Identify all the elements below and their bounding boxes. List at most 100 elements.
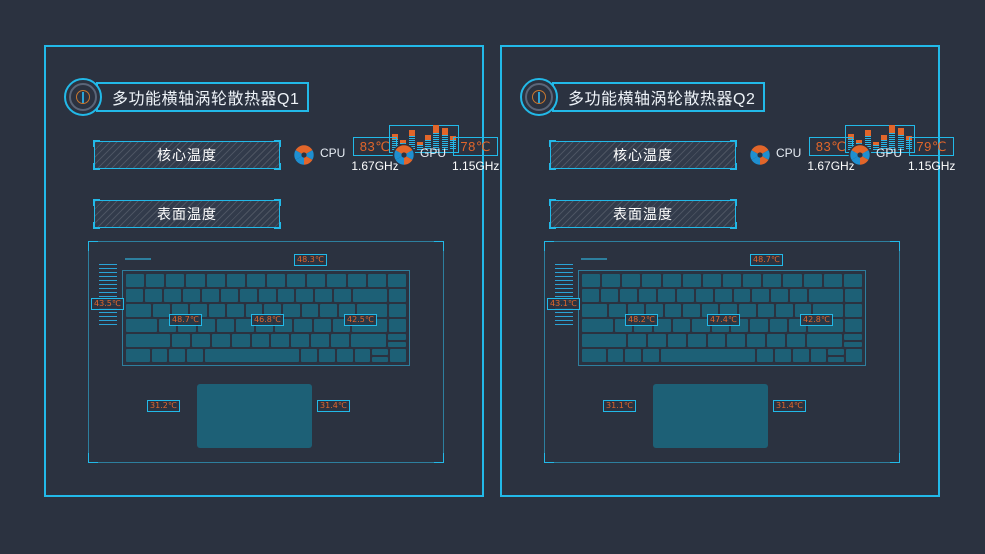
arrow-key-cluster xyxy=(828,349,845,362)
key xyxy=(301,349,318,362)
frequency-value: 1.15GHz xyxy=(908,159,956,173)
corner-bracket xyxy=(549,163,556,170)
key xyxy=(769,319,787,332)
power-glyph-icon xyxy=(532,90,546,104)
corner-bracket xyxy=(730,222,737,229)
keyboard-row xyxy=(582,274,862,287)
key xyxy=(307,274,326,287)
key xyxy=(845,304,862,317)
key xyxy=(212,334,230,347)
key xyxy=(163,289,181,302)
temp-tag-kb-left: 48.7℃ xyxy=(169,314,202,326)
key xyxy=(843,274,862,287)
corner-bracket xyxy=(274,163,281,170)
corner-bracket xyxy=(549,199,556,206)
corner-bracket xyxy=(274,222,281,229)
key xyxy=(776,304,793,317)
temp-tag-kb-right: 42.8℃ xyxy=(800,314,833,326)
vent-line xyxy=(555,272,573,273)
key xyxy=(152,304,170,317)
key xyxy=(676,289,694,302)
power-ring-icon xyxy=(520,78,558,116)
corner-bracket xyxy=(730,199,737,206)
arrow-key-cluster xyxy=(844,334,863,347)
temp-tag-palm-left: 31.2℃ xyxy=(147,400,180,412)
readout-values: 78℃ 1.15GHz xyxy=(452,137,499,173)
corner-bracket xyxy=(93,199,100,206)
key xyxy=(582,349,606,362)
key xyxy=(823,274,842,287)
corner-bracket xyxy=(890,241,900,251)
section-label-surf: 表面温度 xyxy=(93,199,281,229)
key xyxy=(806,334,843,347)
readout-name: GPU xyxy=(876,146,903,160)
key xyxy=(126,349,150,362)
key xyxy=(169,349,186,362)
readout-name: GPU xyxy=(420,146,447,160)
keyboard-row xyxy=(126,349,406,362)
corner-bracket xyxy=(88,241,98,251)
key xyxy=(126,289,143,302)
key xyxy=(695,289,713,302)
arrow-key-cluster xyxy=(372,349,389,362)
readout-gpu: GPU 79℃ 1.15GHz xyxy=(848,137,955,173)
key xyxy=(246,274,265,287)
corner-bracket xyxy=(434,241,444,251)
fan-icon xyxy=(748,143,772,167)
temp-tag-palm-right: 31.4℃ xyxy=(317,400,350,412)
key xyxy=(662,274,681,287)
keyboard-row xyxy=(582,349,862,362)
key xyxy=(320,304,337,317)
readout-name: CPU xyxy=(776,146,802,160)
temp-tag-kb-left: 48.2℃ xyxy=(625,314,658,326)
key xyxy=(389,289,407,302)
corner-bracket xyxy=(549,140,556,147)
vent-line xyxy=(99,288,117,289)
key xyxy=(790,289,808,302)
key xyxy=(277,289,295,302)
key xyxy=(608,304,626,317)
temp-tag-top-center: 48.3℃ xyxy=(294,254,327,266)
temp-tag-kb-center: 47.4℃ xyxy=(707,314,740,326)
temperature-chip: 83℃ xyxy=(352,137,398,156)
temperature-chip: 83℃ xyxy=(808,137,854,156)
trackpad xyxy=(653,384,768,448)
corner-bracket xyxy=(730,163,737,170)
section-label-text: 表面温度 xyxy=(157,206,217,222)
corner-bracket xyxy=(93,140,100,147)
key xyxy=(301,304,319,317)
bar-cap xyxy=(441,128,448,135)
key xyxy=(642,274,661,287)
key xyxy=(390,349,406,362)
key xyxy=(388,334,407,340)
power-glyph-icon xyxy=(76,90,90,104)
temperature-chip: 79℃ xyxy=(909,137,954,156)
vent-line xyxy=(99,280,117,281)
corner-bracket xyxy=(730,140,737,147)
key xyxy=(771,289,789,302)
key xyxy=(126,334,171,347)
key xyxy=(387,274,406,287)
key xyxy=(251,334,270,347)
hinge-mark xyxy=(125,258,151,260)
key xyxy=(648,334,667,347)
key xyxy=(660,349,756,362)
vent-line xyxy=(555,276,573,277)
key xyxy=(206,274,225,287)
key xyxy=(146,274,165,287)
trackpad xyxy=(197,384,312,448)
key xyxy=(315,289,333,302)
key xyxy=(682,274,701,287)
temp-tag-kb-center: 46.8℃ xyxy=(251,314,284,326)
key xyxy=(763,274,782,287)
key xyxy=(327,274,346,287)
section-label-surf: 表面温度 xyxy=(549,199,737,229)
key xyxy=(582,289,599,302)
vent-line xyxy=(555,316,573,317)
key xyxy=(775,349,791,362)
readout-cpu: CPU 83℃ 1.67GHz xyxy=(292,137,399,173)
key xyxy=(172,334,191,347)
key xyxy=(151,349,168,362)
key xyxy=(733,289,751,302)
vent-line xyxy=(555,280,573,281)
